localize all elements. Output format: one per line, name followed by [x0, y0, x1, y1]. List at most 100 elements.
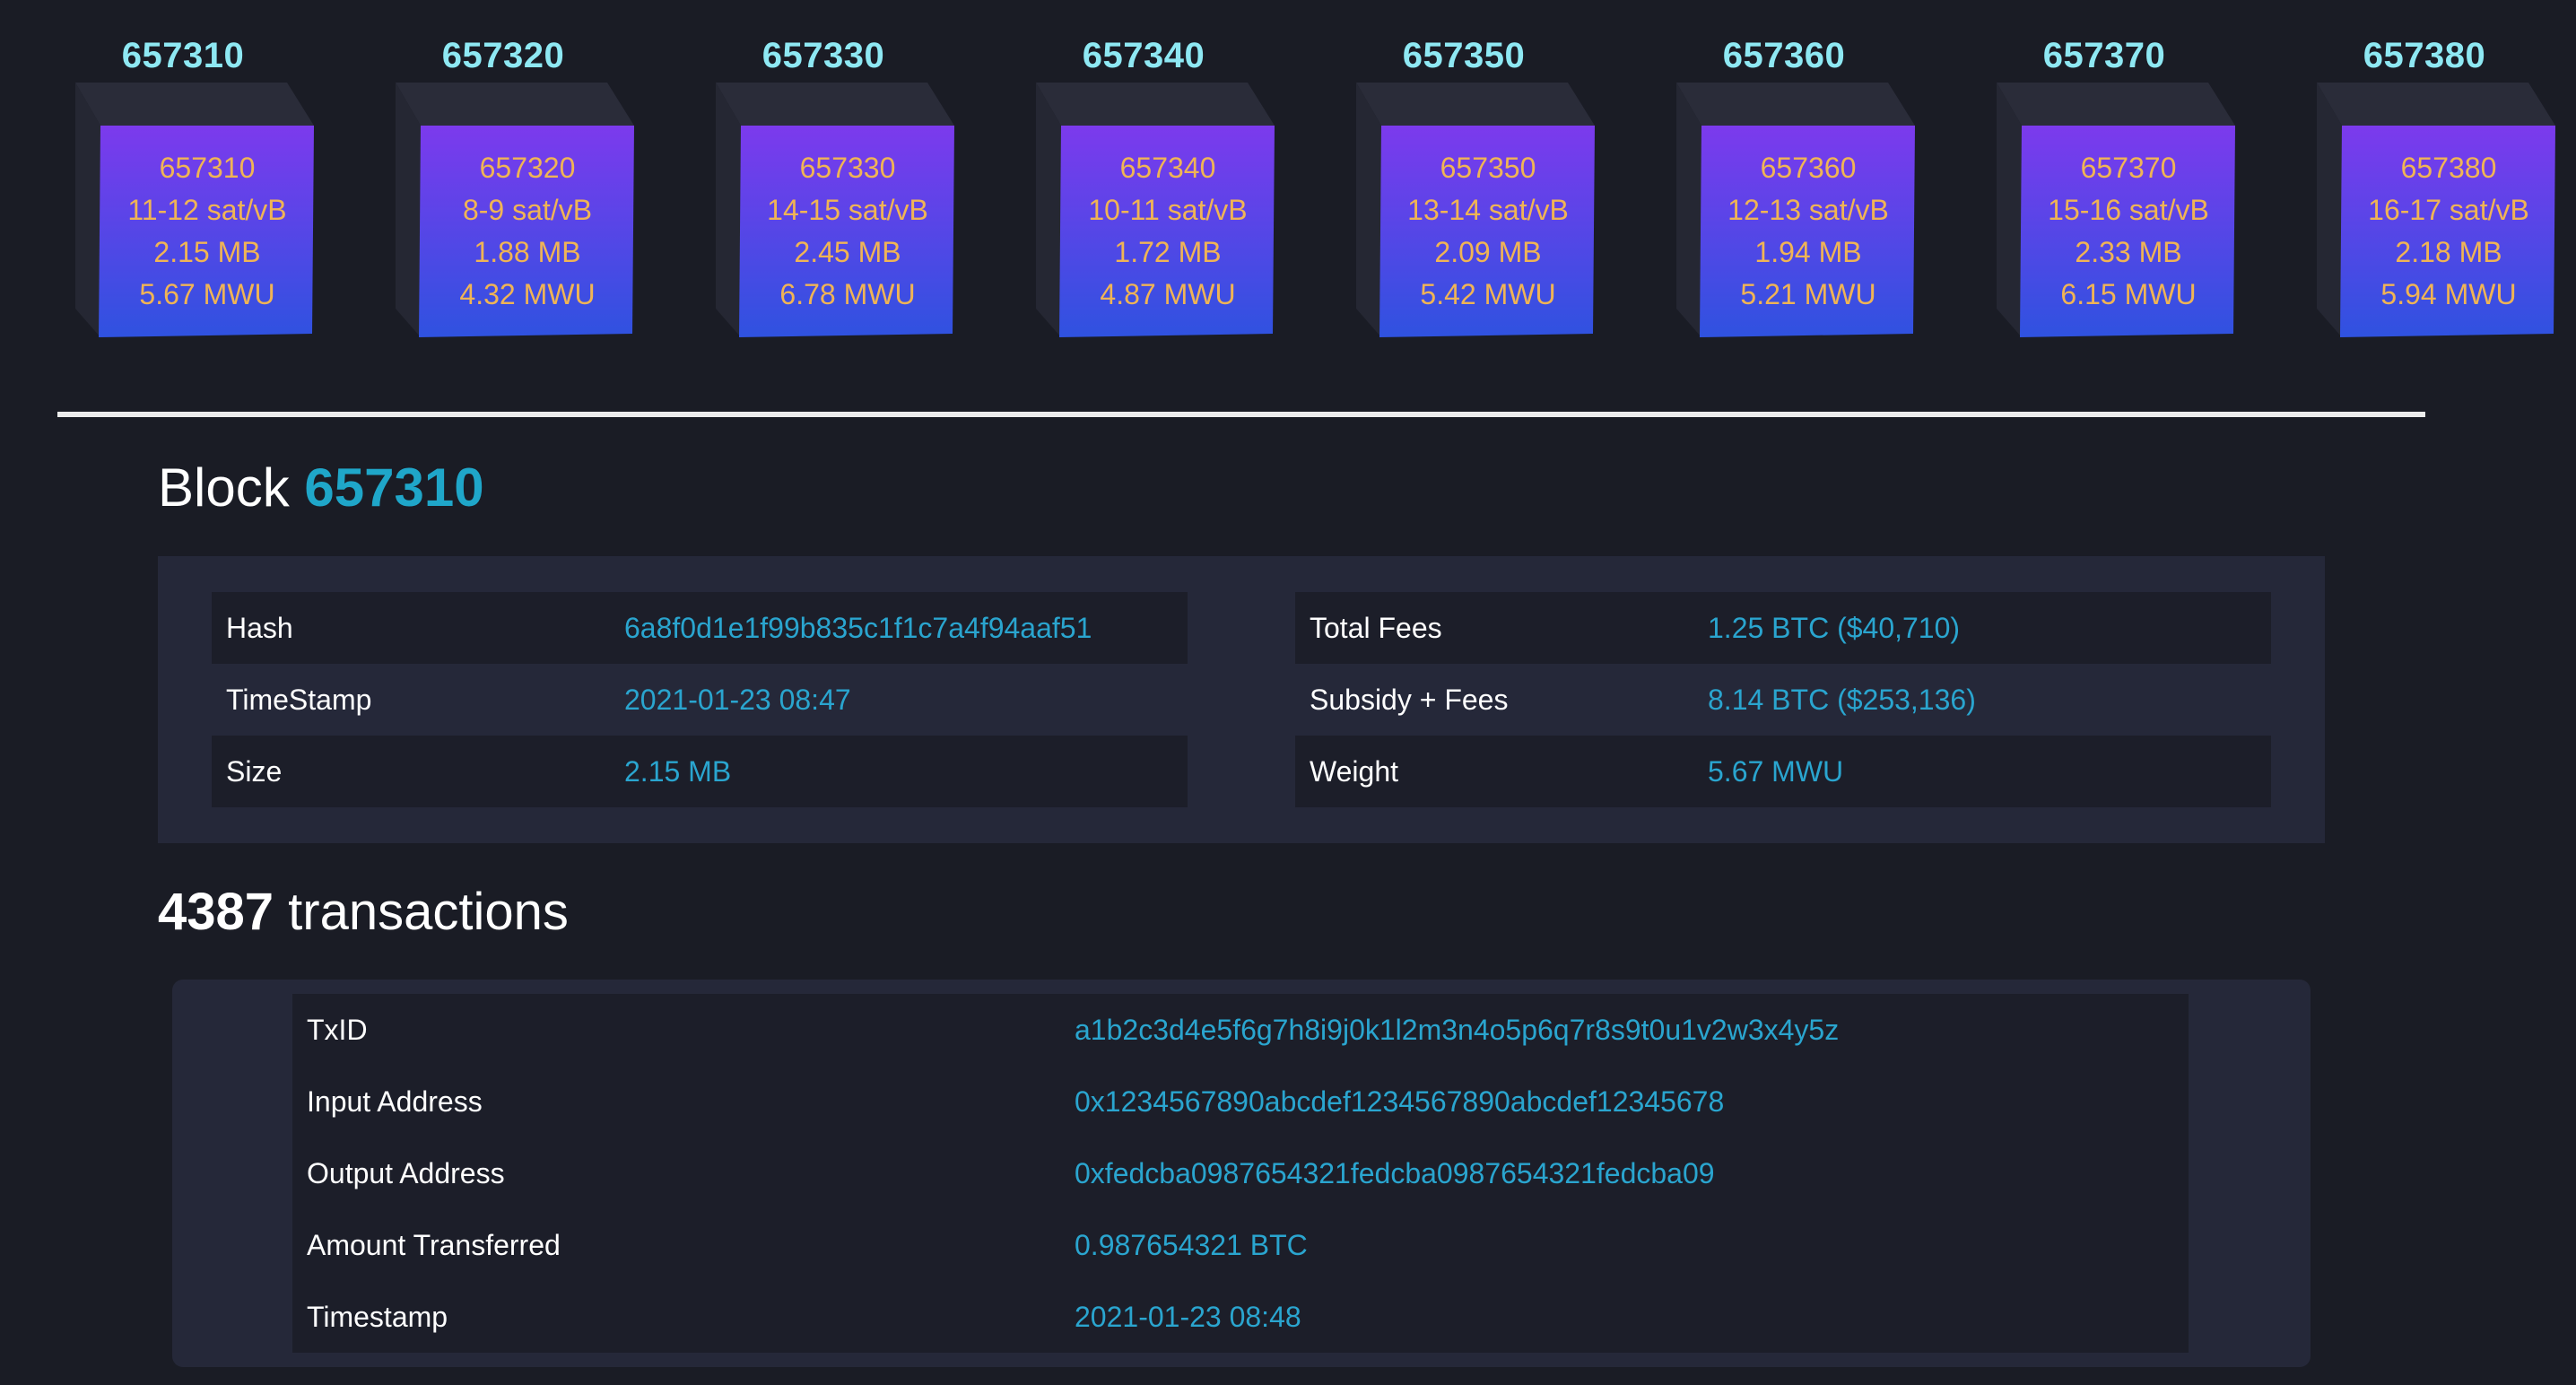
block-fee-range: 13-14 sat/vB	[1407, 194, 1569, 226]
block-height: 657320	[479, 152, 576, 184]
detail-row-hash: Hash 6a8f0d1e1f99b835c1f1c7a4f94aaf51	[212, 592, 1188, 664]
block-cube[interactable]: 657380 16-17 sat/vB 2.18 MB 5.94 MWU	[2317, 79, 2559, 339]
transaction-table: TxID a1b2c3d4e5f6g7h8i9j0k1l2m3n4o5p6q7r…	[292, 994, 2189, 1353]
block-cube[interactable]: 657370 15-16 sat/vB 2.33 MB 6.15 MWU	[1997, 79, 2239, 339]
detail-value[interactable]: 6a8f0d1e1f99b835c1f1c7a4f94aaf51	[624, 612, 1092, 645]
tx-value[interactable]: 0x1234567890abcdef1234567890abcdef123456…	[1075, 1085, 1724, 1119]
block-title: 657340	[1082, 36, 1205, 75]
block-cube[interactable]: 657340 10-11 sat/vB 1.72 MB 4.87 MWU	[1036, 79, 1278, 339]
block-card[interactable]: 657360 657360 12-13 sat/vB 1.94 MB 5.21 …	[1676, 0, 1928, 359]
block-weight: 6.15 MWU	[2060, 278, 2197, 310]
block-size: 2.18 MB	[2395, 236, 2502, 268]
detail-row-subsidy-fees: Subsidy + Fees 8.14 BTC ($253,136)	[1295, 664, 2271, 736]
block-face: 657380 16-17 sat/vB 2.18 MB 5.94 MWU	[2342, 126, 2555, 337]
block-details-left-table: Hash 6a8f0d1e1f99b835c1f1c7a4f94aaf51 Ti…	[212, 592, 1188, 807]
block-face: 657360 12-13 sat/vB 1.94 MB 5.21 MWU	[1701, 126, 1915, 337]
detail-label: Hash	[226, 611, 293, 644]
detail-row-weight: Weight 5.67 MWU	[1295, 736, 2271, 807]
block-heading-number: 657310	[304, 457, 484, 518]
block-cube[interactable]: 657350 13-14 sat/vB 2.09 MB 5.42 MWU	[1356, 79, 1598, 339]
block-size: 2.15 MB	[153, 236, 261, 268]
detail-row-timestamp: TimeStamp 2021-01-23 08:47	[212, 664, 1188, 736]
block-fee-range: 11-12 sat/vB	[127, 194, 287, 226]
block-details-panel: Hash 6a8f0d1e1f99b835c1f1c7a4f94aaf51 Ti…	[158, 556, 2325, 843]
block-weight: 5.67 MWU	[139, 278, 275, 310]
block-face: 657370 15-16 sat/vB 2.33 MB 6.15 MWU	[2022, 126, 2235, 337]
block-card[interactable]: 657320 657320 8-9 sat/vB 1.88 MB 4.32 MW…	[396, 0, 647, 359]
block-height: 657310	[159, 152, 256, 184]
block-weight: 5.94 MWU	[2380, 278, 2517, 310]
block-weight: 4.32 MWU	[459, 278, 596, 310]
transaction-count-suffix: transactions	[288, 883, 569, 941]
transactions-heading: 4387 transactions	[158, 881, 569, 944]
block-title: 657310	[121, 36, 245, 75]
block-card[interactable]: 657380 657380 16-17 sat/vB 2.18 MB 5.94 …	[2317, 0, 2568, 359]
block-size: 1.88 MB	[474, 236, 581, 268]
detail-row-total-fees: Total Fees 1.25 BTC ($40,710)	[1295, 592, 2271, 664]
detail-value: 2.15 MB	[624, 754, 732, 788]
tx-label: Input Address	[307, 1084, 483, 1118]
block-card[interactable]: 657350 657350 13-14 sat/vB 2.09 MB 5.42 …	[1356, 0, 1607, 359]
block-heading: Block 657310	[158, 456, 484, 520]
block-fee-range: 14-15 sat/vB	[767, 194, 928, 226]
detail-value: 5.67 MWU	[1708, 754, 1844, 788]
block-fee-range: 8-9 sat/vB	[462, 194, 593, 226]
block-cube[interactable]: 657330 14-15 sat/vB 2.45 MB 6.78 MWU	[716, 79, 958, 339]
block-heading-prefix: Block	[158, 457, 290, 518]
block-fee-range: 10-11 sat/vB	[1088, 194, 1248, 226]
tx-label: Timestamp	[307, 1300, 448, 1333]
tx-row-output-address: Output Address 0xfedcba0987654321fedcba0…	[292, 1137, 2189, 1209]
block-height: 657340	[1119, 152, 1216, 184]
block-cube[interactable]: 657360 12-13 sat/vB 1.94 MB 5.21 MWU	[1676, 79, 1919, 339]
block-cube[interactable]: 657320 8-9 sat/vB 1.88 MB 4.32 MWU	[396, 79, 638, 339]
block-title: 657320	[441, 36, 565, 75]
block-fee-range: 16-17 sat/vB	[2368, 194, 2529, 226]
block-card[interactable]: 657340 657340 10-11 sat/vB 1.72 MB 4.87 …	[1036, 0, 1287, 359]
block-card[interactable]: 657310 657310 11-12 sat/vB 2.15 MB 5.67 …	[75, 0, 326, 359]
blocks-strip: 657310 657310 11-12 sat/vB 2.15 MB 5.67 …	[0, 0, 2576, 359]
block-face: 657330 14-15 sat/vB 2.45 MB 6.78 MWU	[741, 126, 954, 337]
block-fee-range: 12-13 sat/vB	[1727, 194, 1889, 226]
detail-row-size: Size 2.15 MB	[212, 736, 1188, 807]
detail-value: 1.25 BTC ($40,710)	[1708, 611, 1961, 644]
block-card[interactable]: 657370 657370 15-16 sat/vB 2.33 MB 6.15 …	[1997, 0, 2248, 359]
tx-row-input-address: Input Address 0x1234567890abcdef12345678…	[292, 1066, 2189, 1137]
block-size: 2.45 MB	[794, 236, 901, 268]
tx-value[interactable]: 0xfedcba0987654321fedcba0987654321fedcba…	[1075, 1157, 1715, 1190]
detail-label: Subsidy + Fees	[1310, 683, 1509, 716]
block-weight: 4.87 MWU	[1100, 278, 1236, 310]
block-weight: 5.21 MWU	[1740, 278, 1876, 310]
tx-value[interactable]: a1b2c3d4e5f6g7h8i9j0k1l2m3n4o5p6q7r8s9t0…	[1075, 1014, 1839, 1047]
tx-row-amount: Amount Transferred 0.987654321 BTC	[292, 1209, 2189, 1281]
tx-row-timestamp: Timestamp 2021-01-23 08:48	[292, 1281, 2189, 1353]
tx-label: Output Address	[307, 1156, 505, 1189]
block-title: 657370	[2042, 36, 2166, 75]
tx-row-txid: TxID a1b2c3d4e5f6g7h8i9j0k1l2m3n4o5p6q7r…	[292, 994, 2189, 1066]
tx-label: Amount Transferred	[307, 1228, 561, 1261]
block-title: 657380	[2363, 36, 2486, 75]
tx-label: TxID	[307, 1013, 368, 1046]
block-title: 657360	[1722, 36, 1846, 75]
detail-label: Size	[226, 754, 283, 788]
detail-value: 8.14 BTC ($253,136)	[1708, 683, 1976, 716]
detail-label: TimeStamp	[226, 683, 372, 716]
tx-value: 2021-01-23 08:48	[1075, 1300, 1301, 1333]
detail-label: Weight	[1310, 754, 1399, 788]
transaction-count: 4387	[158, 883, 274, 941]
block-card[interactable]: 657330 657330 14-15 sat/vB 2.45 MB 6.78 …	[716, 0, 967, 359]
block-face: 657350 13-14 sat/vB 2.09 MB 5.42 MWU	[1381, 126, 1595, 337]
block-weight: 5.42 MWU	[1420, 278, 1556, 310]
section-divider	[57, 412, 2425, 417]
block-cube[interactable]: 657310 11-12 sat/vB 2.15 MB 5.67 MWU	[75, 79, 318, 339]
block-face: 657310 11-12 sat/vB 2.15 MB 5.67 MWU	[100, 126, 314, 337]
block-title: 657330	[761, 36, 885, 75]
block-height: 657330	[799, 152, 896, 184]
detail-value: 2021-01-23 08:47	[624, 683, 851, 716]
block-title: 657350	[1402, 36, 1526, 75]
block-fee-range: 15-16 sat/vB	[2048, 194, 2209, 226]
detail-label: Total Fees	[1310, 611, 1442, 644]
block-height: 657360	[1760, 152, 1857, 184]
block-height: 657370	[2080, 152, 2177, 184]
block-size: 1.94 MB	[1754, 236, 1862, 268]
block-size: 2.09 MB	[1434, 236, 1542, 268]
